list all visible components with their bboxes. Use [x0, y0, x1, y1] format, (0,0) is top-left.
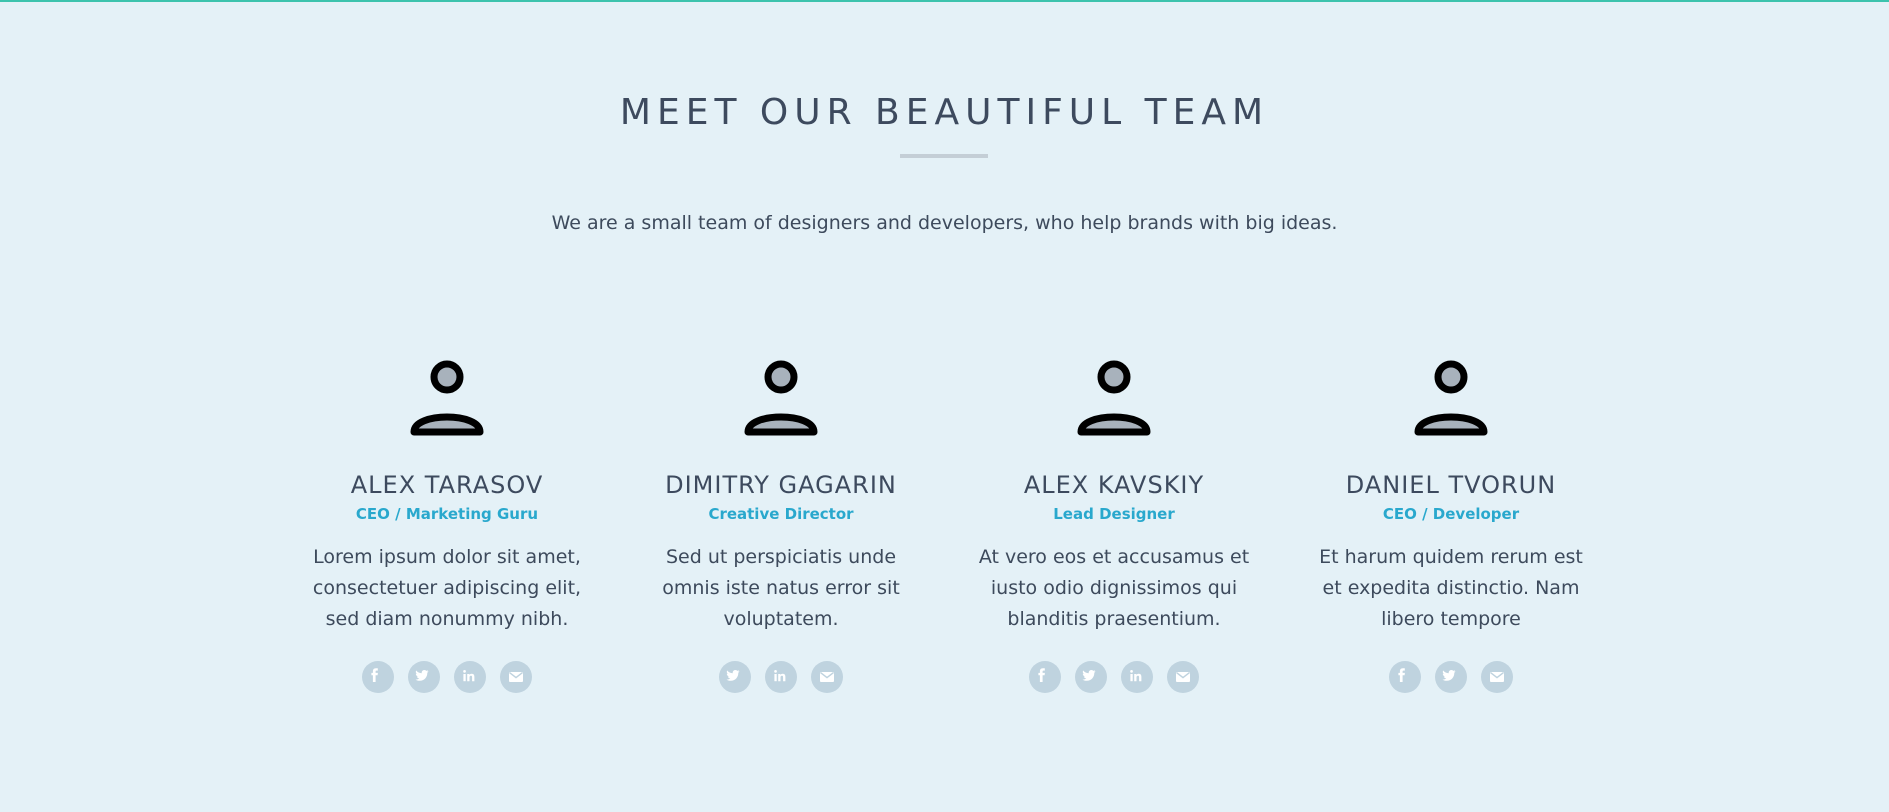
linkedin-icon	[1130, 670, 1142, 682]
linkedin-icon	[774, 670, 786, 682]
twitter-link[interactable]	[1075, 661, 1107, 693]
twitter-link[interactable]	[719, 661, 751, 693]
email-icon	[1490, 672, 1504, 682]
member-name: ALEX TARASOV	[350, 471, 544, 499]
member-bio: Sed ut perspiciatis unde omnis iste natu…	[662, 546, 900, 630]
team-section: MEET OUR BEAUTIFUL TEAM We are a small t…	[0, 0, 1889, 812]
email-link[interactable]	[1167, 661, 1199, 693]
member-role: CEO / Marketing Guru	[355, 505, 539, 523]
social-links	[1311, 661, 1591, 693]
member-name: DIMITRY GAGARIN	[665, 471, 897, 499]
member-bio: At vero eos et accusamus et iusto odio d…	[978, 546, 1250, 630]
user-avatar-icon	[744, 360, 818, 436]
member-role: Creative Director	[708, 505, 854, 523]
member-bio: Lorem ipsum dolor sit amet, consectetuer…	[312, 546, 582, 630]
twitter-icon	[1442, 670, 1456, 681]
member-role: CEO / Developer	[1382, 505, 1520, 523]
member-name: DANIEL TVORUN	[1345, 471, 1557, 499]
user-avatar-icon	[1077, 360, 1151, 436]
member-role: Lead Designer	[1053, 505, 1175, 523]
twitter-icon	[1082, 670, 1096, 681]
twitter-icon	[726, 670, 740, 681]
social-links	[974, 661, 1254, 693]
twitter-icon	[415, 670, 429, 681]
twitter-link[interactable]	[1435, 661, 1467, 693]
linkedin-link[interactable]	[765, 661, 797, 693]
facebook-link[interactable]	[1389, 661, 1421, 693]
team-member-card: DANIEL TVORUN CEO / Developer Et harum qui…	[1311, 360, 1591, 693]
team-member-card: ALEX TARASOV CEO / Marketing Guru Lorem ip…	[307, 360, 587, 693]
team-member-card: DIMITRY GAGARIN Creative Director Sed ut p…	[641, 360, 921, 693]
member-bio: Et harum quidem rerum est et expedita di…	[1319, 546, 1583, 630]
facebook-icon	[371, 668, 378, 682]
team-member-card: ALEX KAVSKIY Lead Designer At vero eos et …	[974, 360, 1254, 693]
social-links	[307, 661, 587, 693]
user-avatar-icon	[1414, 360, 1488, 436]
member-name: ALEX KAVSKIY	[1023, 471, 1205, 499]
linkedin-link[interactable]	[1121, 661, 1153, 693]
social-links	[641, 661, 921, 693]
facebook-icon	[1398, 668, 1405, 682]
email-link[interactable]	[811, 661, 843, 693]
section-title: MEET OUR BEAUTIFUL TEAM	[619, 92, 1270, 133]
facebook-link[interactable]	[1029, 661, 1061, 693]
email-icon	[820, 672, 834, 682]
user-avatar-icon	[410, 360, 484, 436]
email-link[interactable]	[1481, 661, 1513, 693]
facebook-icon	[1038, 668, 1045, 682]
twitter-link[interactable]	[408, 661, 440, 693]
linkedin-link[interactable]	[454, 661, 486, 693]
email-icon	[509, 672, 523, 682]
linkedin-icon	[463, 670, 475, 682]
section-subtitle: We are a small team of designers and dev…	[551, 212, 1338, 234]
title-underline	[900, 154, 988, 158]
email-icon	[1176, 672, 1190, 682]
facebook-link[interactable]	[362, 661, 394, 693]
email-link[interactable]	[500, 661, 532, 693]
